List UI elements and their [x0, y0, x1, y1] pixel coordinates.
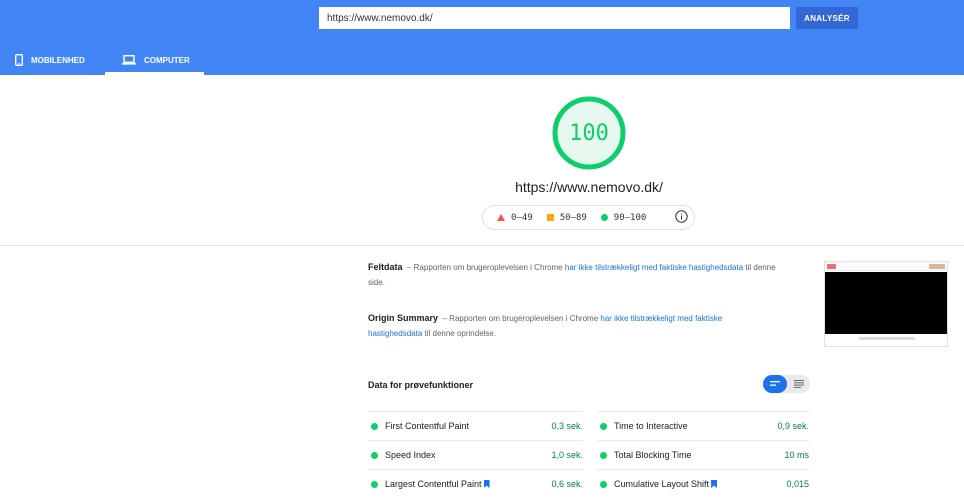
tab-desktop[interactable]: COMPUTER [105, 46, 204, 75]
score-value: 100 [569, 120, 609, 146]
square-icon [546, 214, 554, 221]
origin-summary-title: Origin Summary [368, 313, 439, 323]
expanded-view-button[interactable] [789, 375, 809, 393]
triangle-icon [497, 214, 505, 221]
circle-icon [600, 214, 608, 221]
metric-name: Total Blocking Time [614, 450, 692, 460]
legend-average-label: 50–89 [559, 212, 587, 223]
metric-row: Total Blocking Time 10 ms [597, 440, 809, 469]
legend-pass: 90–100 [600, 212, 647, 223]
origin-summary-section: Origin Summary – Rapporten om brugerople… [368, 311, 778, 341]
legend-fail: 0–49 [497, 213, 533, 223]
url-input[interactable] [319, 7, 790, 29]
metric-name: Cumulative Layout Shift [614, 479, 710, 489]
pass-circle-icon [600, 480, 607, 488]
metric-value: 0,9 sek. [777, 421, 809, 431]
metric-value: 0,015 [786, 479, 809, 489]
metric-row: Time to Interactive 0,9 sek. [597, 411, 809, 440]
metric-name: First Contentful Paint [385, 421, 470, 431]
bookmark-icon [711, 480, 718, 488]
pass-circle-icon [371, 480, 378, 488]
legend-fail-label: 0–49 [511, 212, 533, 223]
origin-summary-text-after: til denne oprindelse. [424, 329, 497, 338]
field-data-dash: – [406, 263, 412, 272]
thumbnail-button [929, 264, 945, 269]
field-data-text: Rapporten om brugeroplevelsen i Chrome [413, 263, 563, 272]
metric-name: Largest Contentful Paint [385, 479, 482, 489]
pass-circle-icon [600, 451, 607, 459]
bookmark-icon [483, 480, 490, 488]
smartphone-icon [14, 53, 31, 68]
pass-circle-icon [600, 422, 607, 430]
field-data-section: Feltdata – Rapporten om brugeroplevelsen… [368, 260, 778, 290]
list-expanded-icon [794, 380, 804, 388]
active-tab-indicator [105, 72, 204, 75]
compact-view-button[interactable] [763, 375, 787, 393]
metric-row: Cumulative Layout Shift 0,015 [597, 469, 809, 498]
field-data-title: Feltdata [368, 262, 403, 272]
score-legend: 0–49 50–89 90–100 [482, 205, 695, 230]
thumbnail-hero [825, 272, 947, 334]
origin-summary-dash: – [442, 314, 447, 323]
metric-value: 1,0 sek. [551, 450, 583, 460]
metric-row: Speed Index 1,0 sek. [368, 440, 583, 469]
origin-summary-text: Rapporten om brugeroplevelsen i Chrome [449, 314, 599, 323]
laptop-icon [122, 54, 144, 67]
legend-average: 50–89 [546, 212, 587, 223]
thumbnail-logo [827, 264, 836, 269]
pass-circle-icon [371, 451, 378, 459]
metric-row: First Contentful Paint 0,3 sek. [368, 411, 583, 440]
metric-row: Largest Contentful Paint 0,6 sek. [368, 469, 583, 498]
lab-data-title: Data for prøvefunktioner [368, 380, 474, 390]
info-icon[interactable] [675, 210, 688, 228]
analyze-button[interactable]: ANALYSÉR [796, 7, 858, 29]
list-compact-icon [770, 381, 780, 386]
section-divider [0, 245, 964, 246]
metric-value: 10 ms [784, 450, 809, 460]
field-data-link[interactable]: har ikke tilstrækkeligt med faktiske has… [565, 263, 743, 272]
tab-mobile-label: MOBILENHED [31, 56, 85, 65]
metric-name: Time to Interactive [614, 421, 688, 431]
metric-value: 0,3 sek. [551, 421, 583, 431]
metrics-view-toggle[interactable] [763, 375, 810, 393]
legend-pass-label: 90–100 [613, 212, 647, 223]
page-screenshot-thumbnail [824, 261, 948, 347]
thumbnail-footer [859, 337, 915, 340]
pass-circle-icon [371, 422, 378, 430]
tab-desktop-label: COMPUTER [144, 56, 190, 65]
tab-mobile[interactable]: MOBILENHED [14, 46, 85, 75]
analyzed-url: https://www.nemovo.dk/ [515, 179, 663, 195]
metric-name: Speed Index [385, 450, 436, 460]
metric-value: 0,6 sek. [551, 479, 583, 489]
